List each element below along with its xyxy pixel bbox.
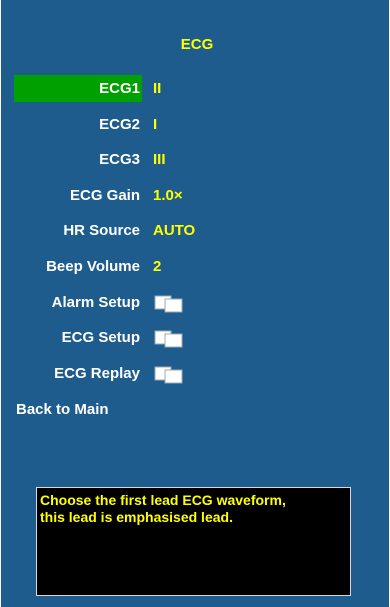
menu-item-label: HR Source (63, 222, 140, 239)
menu-item-hr-source[interactable]: HR Source AUTO (1, 217, 389, 247)
menu-item-ecg3[interactable]: ECG3 III (1, 146, 389, 176)
menu-item-ecg-gain[interactable]: ECG Gain 1.0× (1, 182, 389, 212)
ecg-menu-panel: ECG ECG1 II ECG2 I ECG3 III ECG Gain 1.0… (1, 0, 389, 607)
help-text-line: Choose the first lead ECG waveform, (40, 492, 286, 508)
help-text-box: Choose the first lead ECG waveform, this… (36, 487, 351, 596)
menu-item-value: AUTO (153, 222, 196, 239)
menu-item-label: ECG1 (99, 80, 140, 97)
menu-item-label: Beep Volume (46, 258, 140, 275)
menu-item-ecg-setup[interactable]: ECG Setup (1, 324, 389, 354)
submenu-icon (154, 295, 183, 313)
menu-item-label: Alarm Setup (51, 294, 140, 311)
menu-item-label: ECG Replay (54, 365, 140, 382)
menu-title: ECG (180, 36, 214, 53)
menu-item-label: Back to Main (16, 401, 109, 418)
menu-item-label: ECG3 (99, 151, 140, 168)
menu-item-back-to-main[interactable]: Back to Main (1, 396, 389, 426)
menu-item-value: II (153, 80, 162, 97)
menu-item-label: ECG Setup (61, 329, 140, 346)
menu-item-value: 1.0× (153, 187, 183, 204)
menu-item-ecg-replay[interactable]: ECG Replay (1, 360, 389, 390)
help-text-line: this lead is emphasised lead. (40, 509, 233, 525)
menu-item-alarm-setup[interactable]: Alarm Setup (1, 289, 389, 319)
menu-item-value: I (153, 116, 158, 133)
menu-item-label: ECG Gain (69, 187, 140, 204)
menu-item-ecg1[interactable]: ECG1 II (1, 75, 389, 105)
menu-item-label: ECG2 (99, 116, 140, 133)
submenu-icon (154, 366, 183, 384)
submenu-icon (154, 330, 183, 348)
menu-item-value: 2 (153, 258, 162, 275)
menu-item-value: III (153, 151, 166, 168)
menu-item-beep-volume[interactable]: Beep Volume 2 (1, 253, 389, 283)
menu-item-ecg2[interactable]: ECG2 I (1, 111, 389, 141)
